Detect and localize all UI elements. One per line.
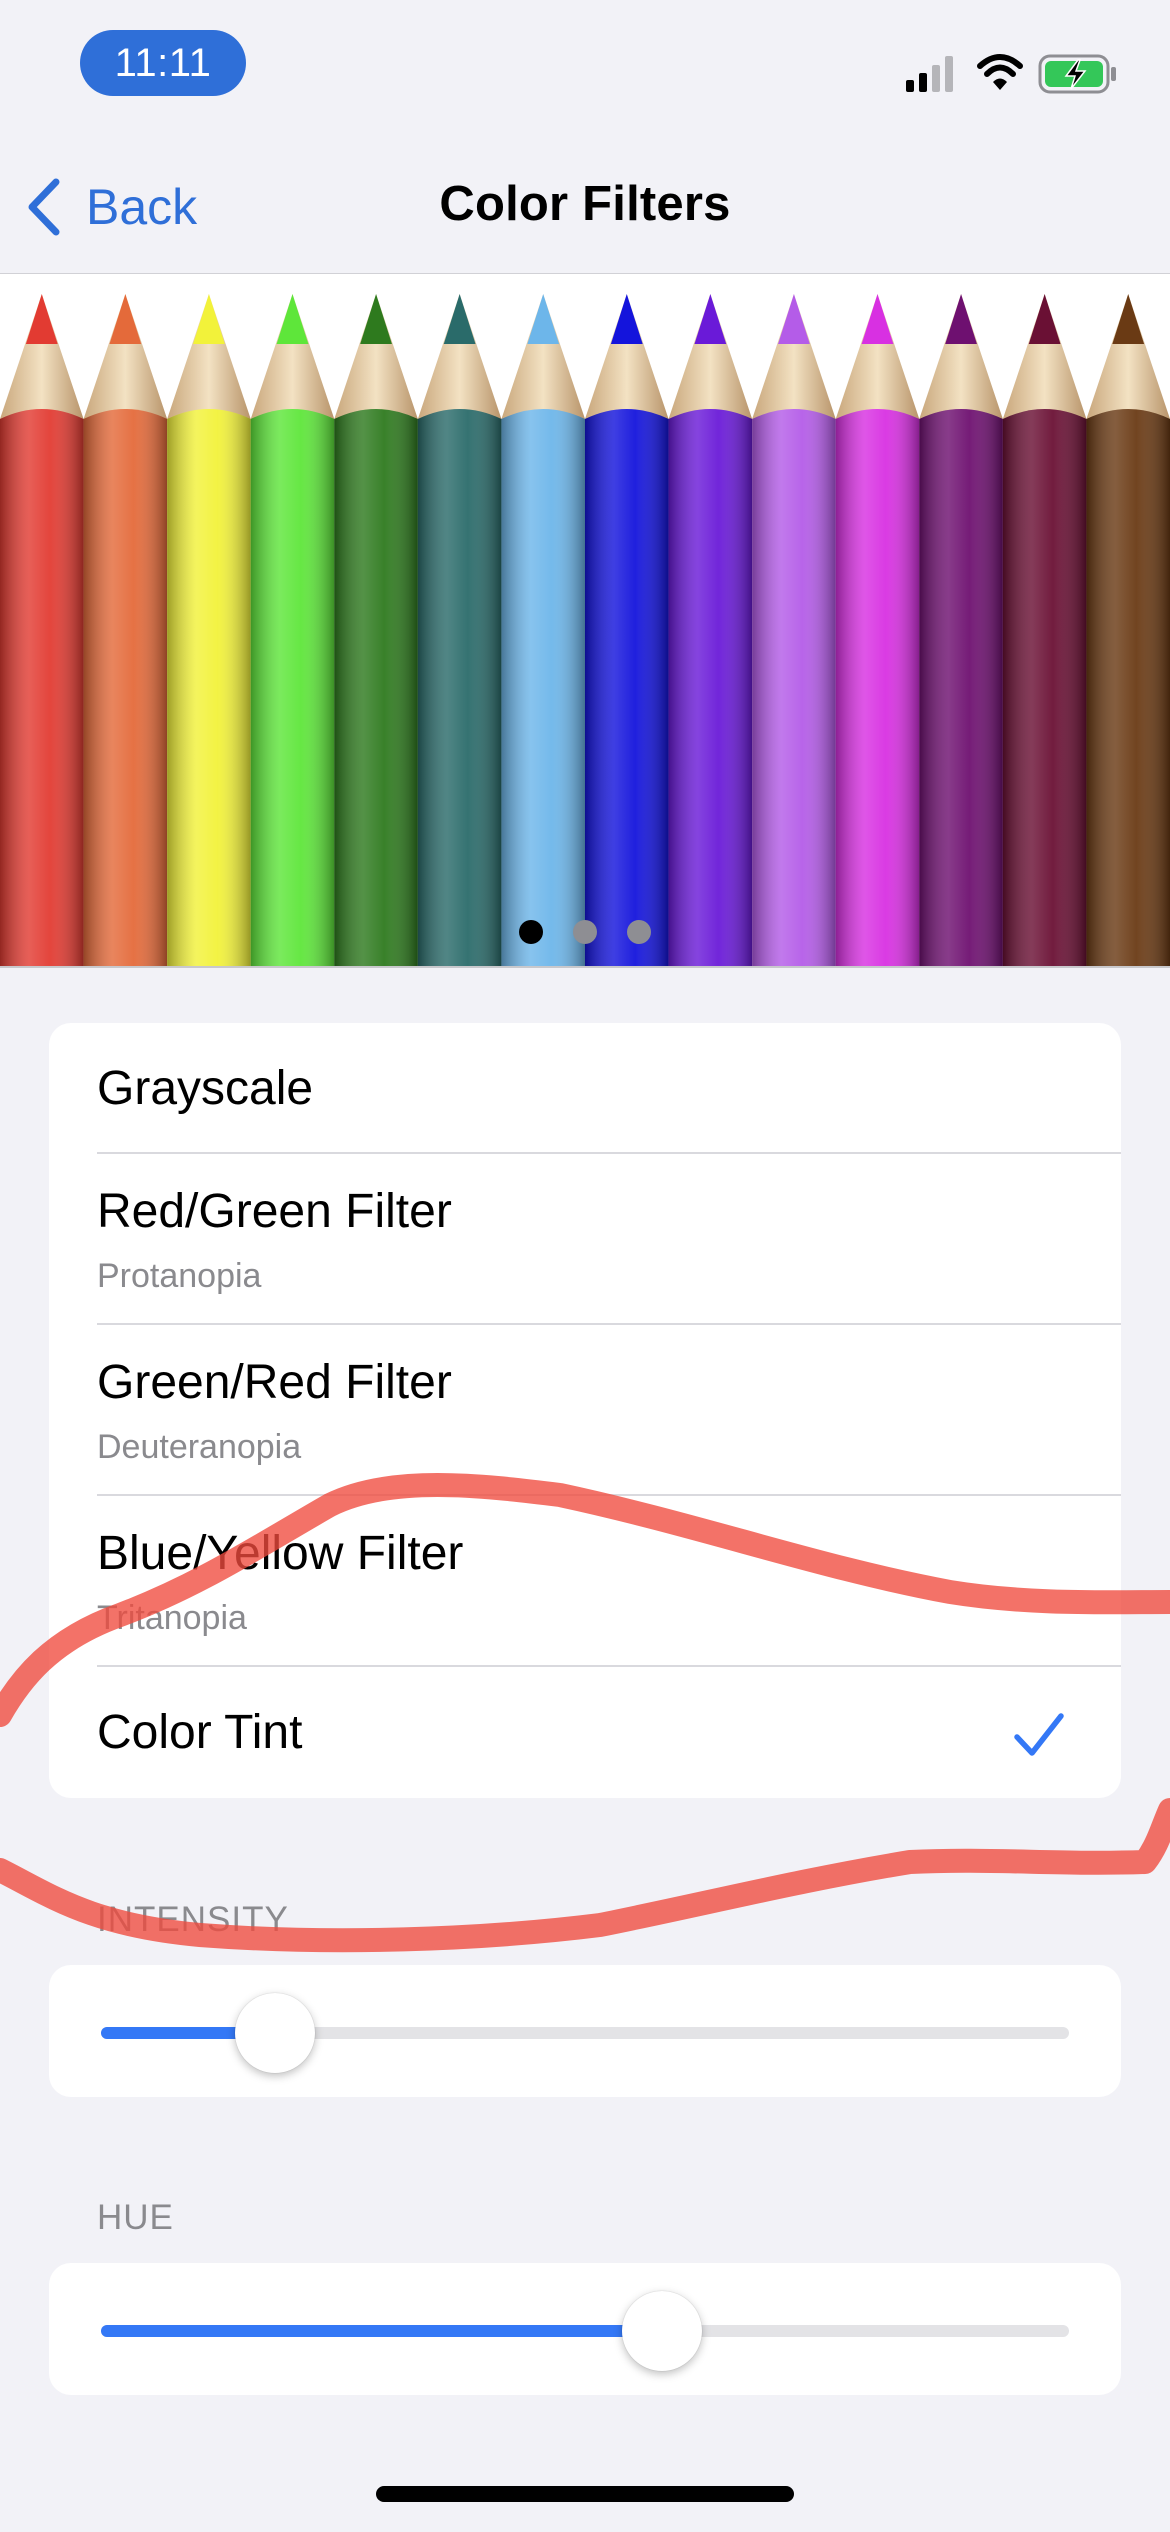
page-title: Color Filters (439, 177, 731, 231)
filter-option-red-green[interactable]: Red/Green Filter Protanopia (49, 1154, 1121, 1325)
filter-subtitle: Protanopia (97, 1257, 262, 1295)
pencil (1086, 294, 1170, 966)
pencil (835, 294, 920, 966)
page-dot[interactable] (627, 920, 651, 944)
pencil (167, 294, 251, 966)
pencil (250, 294, 335, 966)
hue-slider-card (49, 2263, 1121, 2395)
filter-title: Red/Green Filter (97, 1185, 452, 1238)
page-dot[interactable] (519, 920, 543, 944)
colored-pencils-image (0, 294, 1170, 966)
intensity-slider-card (49, 1965, 1121, 2097)
wifi-icon (977, 54, 1023, 90)
hue-slider-thumb[interactable] (622, 2291, 703, 2371)
filter-title: Green/Red Filter (97, 1356, 452, 1409)
status-time: 11:11 (80, 30, 246, 96)
pencil (83, 294, 168, 966)
hue-section-label: HUE (97, 2198, 174, 2237)
pencil (1002, 294, 1087, 966)
filter-title: Blue/Yellow Filter (97, 1527, 464, 1580)
pencil (585, 294, 669, 966)
page-dot[interactable] (573, 920, 597, 944)
intensity-slider[interactable] (101, 1993, 1069, 2073)
pencil (334, 294, 418, 966)
pencil (668, 294, 753, 966)
intensity-section-label: INTENSITY (97, 1900, 289, 1939)
home-indicator[interactable] (376, 2486, 794, 2502)
filter-title: Grayscale (97, 1062, 314, 1115)
page-indicator[interactable] (0, 920, 1170, 946)
hue-slider[interactable] (101, 2291, 1069, 2371)
filter-subtitle: Deuteranopia (97, 1428, 302, 1466)
filter-option-grayscale[interactable]: Grayscale (49, 1023, 1121, 1154)
pencil (0, 294, 84, 966)
pencil (417, 294, 502, 966)
color-preview-carousel[interactable] (0, 273, 1170, 968)
pencil (501, 294, 585, 966)
filter-title: Color Tint (97, 1706, 303, 1759)
filter-option-blue-yellow[interactable]: Blue/Yellow Filter Tritanopia (49, 1496, 1121, 1667)
pencil (752, 294, 836, 966)
intensity-slider-thumb[interactable] (235, 1993, 316, 2073)
cellular-signal-icon (906, 56, 953, 92)
pencil (919, 294, 1003, 966)
filter-option-color-tint[interactable]: Color Tint (49, 1667, 1121, 1798)
filter-subtitle: Tritanopia (97, 1599, 247, 1637)
hue-slider-fill (101, 2325, 663, 2337)
filter-option-green-red[interactable]: Green/Red Filter Deuteranopia (49, 1325, 1121, 1496)
filter-options-list: Grayscale Red/Green Filter Protanopia Gr… (49, 1023, 1121, 1798)
battery-charging-icon (1038, 54, 1116, 94)
checkmark-icon (1014, 1713, 1064, 1756)
